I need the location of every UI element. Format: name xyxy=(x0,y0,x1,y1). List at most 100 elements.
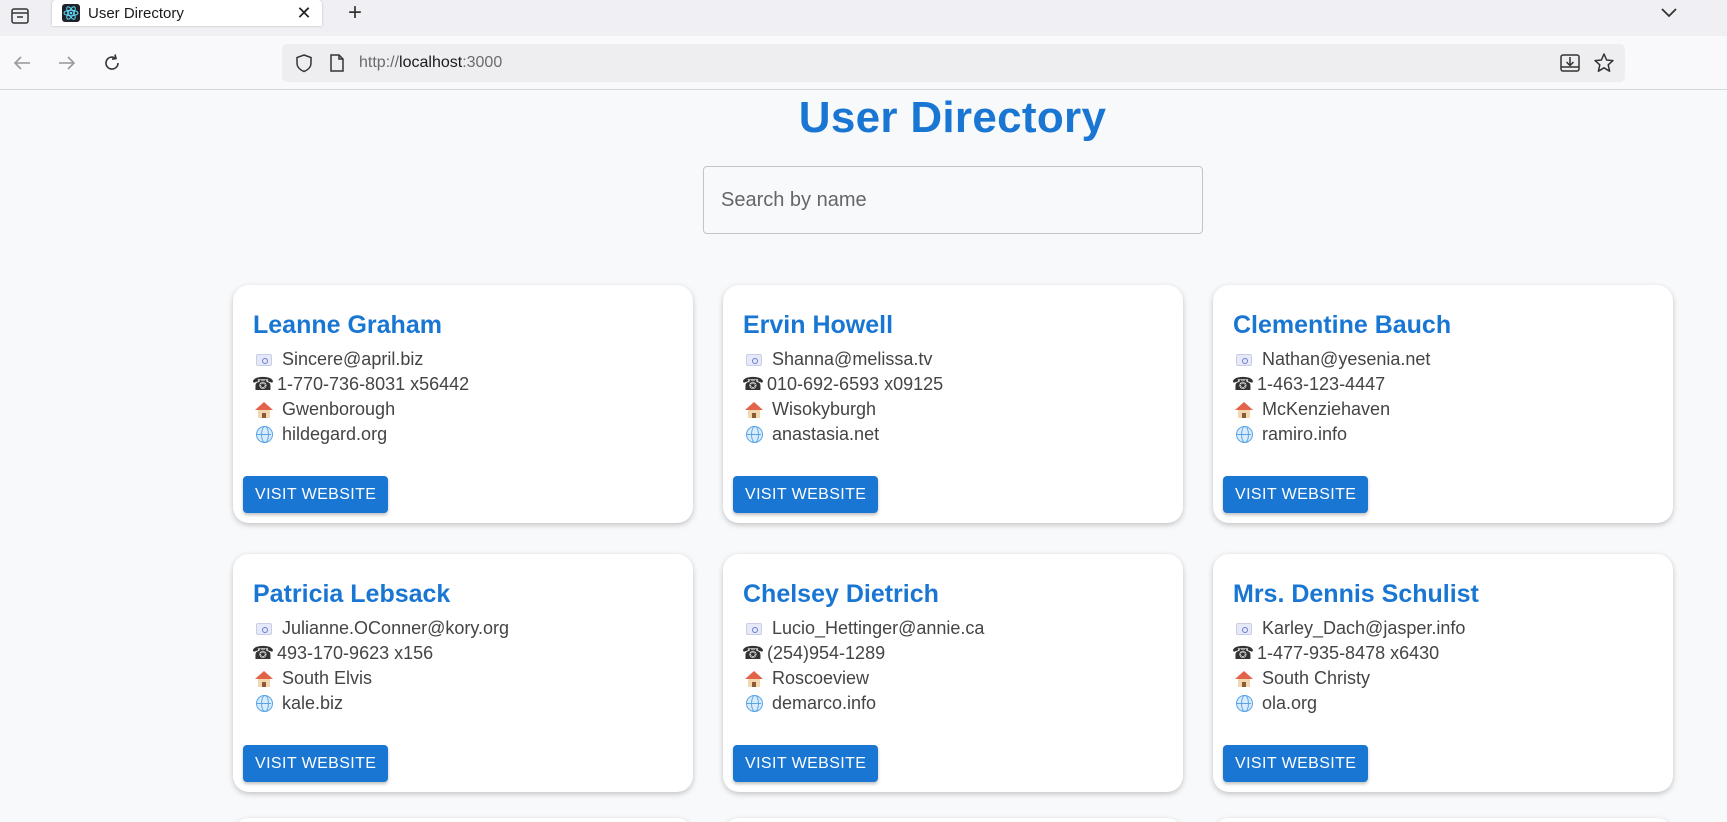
envelope-icon xyxy=(253,350,275,370)
visit-website-button[interactable]: VISIT WEBSITE xyxy=(733,476,879,513)
user-name: Ervin Howell xyxy=(743,311,894,339)
tab-overview-icon[interactable] xyxy=(8,4,32,28)
user-website: demarco.info xyxy=(772,693,877,713)
email-row: Lucio_Hettinger@annie.ca xyxy=(743,618,984,639)
user-email: Shanna@melissa.tv xyxy=(772,349,933,369)
search-input[interactable] xyxy=(703,166,1203,234)
user-website: kale.biz xyxy=(282,693,344,713)
user-city: Wisokyburgh xyxy=(772,399,877,419)
visit-website-button[interactable]: VISIT WEBSITE xyxy=(733,745,879,782)
browser-tab[interactable]: User Directory ✕ xyxy=(52,0,322,26)
url-scheme: http:// xyxy=(359,54,400,71)
globe-icon xyxy=(1233,694,1255,714)
house-icon xyxy=(1233,669,1255,689)
user-card xyxy=(233,818,693,822)
email-row: Julianne.OConner@kory.org xyxy=(253,618,509,639)
user-city: Roscoeview xyxy=(772,668,870,688)
user-phone: (254)954-1289 xyxy=(767,643,886,663)
close-tab-icon[interactable]: ✕ xyxy=(292,1,316,25)
page-content: User Directory Leanne Graham Sincere@apr… xyxy=(0,91,1727,822)
user-card: Chelsey Dietrich Lucio_Hettinger@annie.c… xyxy=(723,554,1183,792)
house-icon xyxy=(1233,400,1255,420)
phone-row: ☎ 010-692-6593 x09125 xyxy=(741,374,944,395)
telephone-icon: ☎ xyxy=(741,374,765,394)
phone-row: ☎ 1-463-123-4447 xyxy=(1232,374,1386,395)
website-row: ramiro.info xyxy=(1233,424,1347,445)
chevron-down-icon[interactable] xyxy=(1657,2,1681,22)
telephone-icon: ☎ xyxy=(741,643,765,663)
user-name: Patricia Lebsack xyxy=(253,580,451,608)
globe-icon xyxy=(1233,425,1255,445)
phone-row: ☎ 1-770-736-8031 x56442 xyxy=(251,374,470,395)
user-card: Clementine Bauch Nathan@yesenia.net ☎ 1-4… xyxy=(1213,285,1673,523)
website-row: ola.org xyxy=(1233,693,1317,714)
user-phone: 010-692-6593 x09125 xyxy=(767,374,944,394)
forward-arrow-icon[interactable] xyxy=(54,50,80,76)
visit-website-button[interactable]: VISIT WEBSITE xyxy=(243,476,389,513)
user-phone: 1-463-123-4447 xyxy=(1257,374,1386,394)
globe-icon xyxy=(253,694,275,714)
shield-icon[interactable] xyxy=(294,53,314,78)
user-email: Sincere@april.biz xyxy=(282,349,424,369)
user-card xyxy=(1213,818,1673,822)
navigation-bar: http://localhost:3000 xyxy=(0,36,1727,90)
user-name: Clementine Bauch xyxy=(1233,311,1452,339)
user-card: Ervin Howell Shanna@melissa.tv ☎ 010-692-… xyxy=(723,285,1183,523)
city-row: McKenziehaven xyxy=(1233,399,1390,420)
telephone-icon: ☎ xyxy=(251,374,275,394)
house-icon xyxy=(743,400,765,420)
city-row: South Elvis xyxy=(253,668,372,689)
user-city: South Elvis xyxy=(282,668,373,688)
user-name: Chelsey Dietrich xyxy=(743,580,939,608)
city-row: Wisokyburgh xyxy=(743,399,876,420)
user-phone: 1-770-736-8031 x56442 xyxy=(277,374,470,394)
react-logo-icon xyxy=(62,4,80,22)
back-arrow-icon[interactable] xyxy=(9,50,35,76)
url-text[interactable]: http://localhost:3000 xyxy=(359,54,502,72)
website-row: kale.biz xyxy=(253,693,343,714)
house-icon xyxy=(253,400,275,420)
visit-website-button[interactable]: VISIT WEBSITE xyxy=(1223,745,1369,782)
user-email: Lucio_Hettinger@annie.ca xyxy=(772,618,985,638)
phone-row: ☎ 493-170-9623 x156 xyxy=(251,643,434,664)
user-card: Patricia Lebsack Julianne.OConner@kory.o… xyxy=(233,554,693,792)
envelope-icon xyxy=(1233,619,1255,639)
visit-website-button[interactable]: VISIT WEBSITE xyxy=(243,745,389,782)
envelope-icon xyxy=(743,350,765,370)
telephone-icon: ☎ xyxy=(251,643,275,663)
user-card: Mrs. Dennis Schulist Karley_Dach@jasper.… xyxy=(1213,554,1673,792)
user-phone: 1-477-935-8478 x6430 xyxy=(1257,643,1440,663)
tab-title: User Directory xyxy=(88,4,184,22)
user-website: ramiro.info xyxy=(1262,424,1348,444)
user-phone: 493-170-9623 x156 xyxy=(277,643,434,663)
house-icon xyxy=(743,669,765,689)
email-row: Shanna@melissa.tv xyxy=(743,349,932,370)
city-row: South Christy xyxy=(1233,668,1370,689)
email-row: Nathan@yesenia.net xyxy=(1233,349,1430,370)
phone-row: ☎ (254)954-1289 xyxy=(741,643,886,664)
globe-icon xyxy=(743,425,765,445)
house-icon xyxy=(253,669,275,689)
page-icon[interactable] xyxy=(328,53,346,78)
user-name: Mrs. Dennis Schulist xyxy=(1233,580,1479,608)
city-row: Gwenborough xyxy=(253,399,395,420)
email-row: Karley_Dach@jasper.info xyxy=(1233,618,1465,639)
visit-website-button[interactable]: VISIT WEBSITE xyxy=(1223,476,1369,513)
envelope-icon xyxy=(253,619,275,639)
telephone-icon: ☎ xyxy=(1231,643,1255,663)
bookmark-star-icon[interactable] xyxy=(1593,52,1615,79)
website-row: demarco.info xyxy=(743,693,876,714)
user-website: anastasia.net xyxy=(772,424,880,444)
envelope-icon xyxy=(743,619,765,639)
website-row: hildegard.org xyxy=(253,424,387,445)
user-city: South Christy xyxy=(1262,668,1371,688)
save-to-device-icon[interactable] xyxy=(1559,52,1581,79)
user-email: Nathan@yesenia.net xyxy=(1262,349,1431,369)
user-name: Leanne Graham xyxy=(253,311,442,339)
email-row: Sincere@april.biz xyxy=(253,349,423,370)
new-tab-icon[interactable]: + xyxy=(342,0,368,26)
globe-icon xyxy=(743,694,765,714)
user-city: McKenziehaven xyxy=(1262,399,1391,419)
address-bar[interactable]: http://localhost:3000 xyxy=(282,44,1625,82)
reload-icon[interactable] xyxy=(99,50,125,76)
